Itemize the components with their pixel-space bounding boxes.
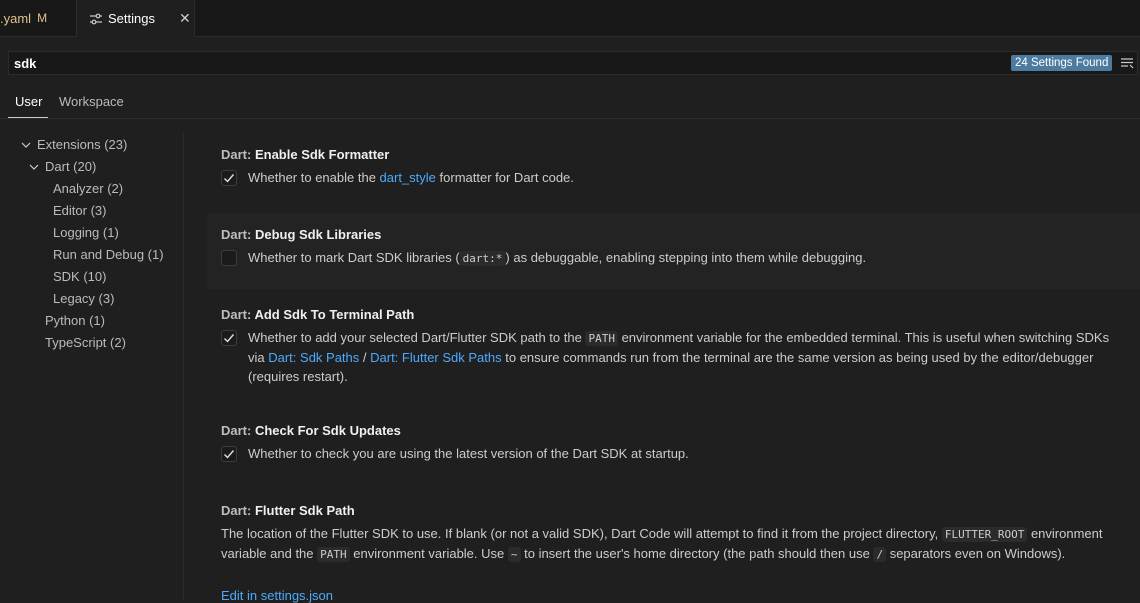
desc-text: The location of the Flutter SDK to use. … [221,526,942,541]
setting-description: Whether to check you are using the lates… [248,446,689,461]
checkmark-icon [224,174,235,183]
setting-category: Dart: [221,307,255,322]
desc-text: to insert the user's home directory (the… [520,546,874,561]
desc-text: ) as debuggable, enabling stepping into … [505,250,867,265]
setting-name: Debug Sdk Libraries [254,227,382,242]
desc-text: Whether to enable the [248,170,380,185]
inline-code: ~ [507,547,521,562]
tab-workspace[interactable]: Workspace [59,94,124,109]
enable-sdk-formatter-checkbox[interactable] [221,170,237,186]
setting-title: Dart: Flutter Sdk Path [221,503,355,518]
dart-sdk-paths-link[interactable]: Dart: Sdk Paths [268,350,359,365]
close-icon[interactable]: ✕ [179,10,191,27]
chevron-down-icon[interactable] [29,162,39,175]
modified-indicator: M [37,11,48,25]
add-sdk-to-terminal-path-checkbox[interactable] [221,330,237,346]
inline-code: FLUTTER_ROOT [941,527,1028,542]
setting-name: Add Sdk To Terminal Path [254,307,415,322]
setting-name: Check For Sdk Updates [254,423,401,438]
setting-title: Dart: Enable Sdk Formatter [221,147,389,162]
setting-category: Dart: [221,147,255,162]
checkmark-icon [224,334,235,343]
toc-item-python[interactable]: Python (1) [45,313,105,328]
search-input[interactable] [14,54,914,72]
check-for-sdk-updates-checkbox[interactable] [221,446,237,462]
inline-code: PATH [317,547,350,562]
setting-description: The location of the Flutter SDK to use. … [221,524,1131,564]
setting-title: Dart: Check For Sdk Updates [221,423,401,438]
divider [0,118,1140,119]
results-count-badge: 24 Settings Found [1011,55,1113,71]
tab-label: .yaml [0,10,32,26]
toc-item-sdk[interactable]: SDK (10) [53,269,106,284]
chevron-down-icon[interactable] [21,140,31,153]
inline-code: PATH [585,331,618,346]
setting-name: Flutter Sdk Path [254,503,355,518]
tab-settings[interactable]: Settings ✕ [77,0,195,37]
desc-text: formatter for Dart code. [435,170,574,185]
setting-description: Whether to mark Dart SDK libraries (dart… [248,248,1128,268]
tab-label: Settings [108,11,155,26]
setting-category: Dart: [221,227,255,242]
desc-text: / [359,350,371,365]
setting-title: Dart: Debug Sdk Libraries [221,227,381,242]
setting-category: Dart: [221,423,255,438]
setting-description: Whether to add your selected Dart/Flutte… [248,328,1128,386]
toc-item-run-and-debug[interactable]: Run and Debug (1) [53,247,164,262]
tab-user[interactable]: User [15,94,42,109]
toc-item-legacy[interactable]: Legacy (3) [53,291,114,306]
settings-search-box[interactable]: 24 Settings Found [8,51,1138,75]
setting-category: Dart: [221,503,255,518]
toc-divider [183,133,184,601]
toc-item-logging[interactable]: Logging (1) [53,225,119,240]
settings-sliders-icon [89,12,103,26]
toc-item-extensions[interactable]: Extensions (23) [37,137,127,152]
debug-sdk-libraries-checkbox[interactable] [221,250,237,266]
desc-text: Whether to mark Dart SDK libraries ( [248,250,460,265]
setting-name: Enable Sdk Formatter [254,147,390,162]
toc-item-typescript[interactable]: TypeScript (2) [45,335,126,350]
toc-item-dart[interactable]: Dart (20) [45,159,96,174]
desc-text: separators even on Windows). [886,546,1066,561]
dart-flutter-sdk-paths-link[interactable]: Dart: Flutter Sdk Paths [370,350,502,365]
inline-code: dart:* [459,251,506,266]
toc-item-editor[interactable]: Editor (3) [53,203,106,218]
desc-text: Whether to add your selected Dart/Flutte… [248,330,586,345]
desc-text: environment variable. Use [349,546,508,561]
checkmark-icon [224,450,235,459]
dart-style-link[interactable]: dart_style [380,170,436,185]
inline-code: / [873,547,887,562]
editor-tab-bar: .yaml M Settings ✕ [0,0,1140,37]
tab-yaml-file[interactable]: .yaml M [0,0,77,36]
setting-title: Dart: Add Sdk To Terminal Path [221,307,414,322]
filter-list-icon[interactable] [1120,56,1134,70]
setting-description: Whether to enable the dart_style formatt… [248,168,1128,187]
toc-item-analyzer[interactable]: Analyzer (2) [53,181,123,196]
